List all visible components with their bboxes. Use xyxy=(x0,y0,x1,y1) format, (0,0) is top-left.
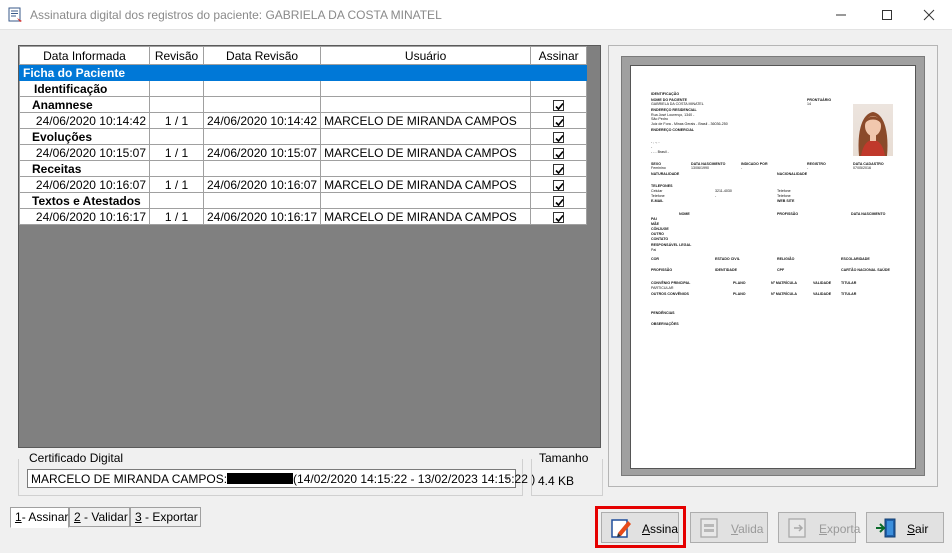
group-row-textos-atestados[interactable]: Textos e Atestados xyxy=(19,192,588,209)
col-revisao[interactable]: Revisão xyxy=(149,46,204,65)
document-preview-frame: IDENTIFICAÇÃO NOME DO PACIENTE GABRIELA … xyxy=(608,45,938,487)
group-row-anamnese[interactable]: Anamnese xyxy=(19,96,588,113)
certificate-select[interactable]: MARCELO DE MIRANDA CAMPOS: (14/02/2020 14… xyxy=(27,469,535,488)
records-grid: Data Informada Revisão Data Revisão Usuá… xyxy=(19,46,588,225)
table-row[interactable]: 24/06/2020 10:14:42 1 / 1 24/06/2020 10:… xyxy=(19,112,588,129)
group-label: Identificação xyxy=(19,80,150,97)
close-button[interactable] xyxy=(906,0,952,30)
sign-checkbox[interactable] xyxy=(553,131,565,143)
redacted-block xyxy=(227,473,294,484)
patient-photo-image xyxy=(858,112,888,156)
size-group: Tamanho 4.4 KB xyxy=(531,451,603,496)
checkmark-icon xyxy=(555,150,564,159)
certificate-legend: Certificado Digital xyxy=(27,451,126,465)
maximize-icon xyxy=(882,10,892,20)
table-row[interactable]: 24/06/2020 10:16:07 1 / 1 24/06/2020 10:… xyxy=(19,176,588,193)
col-assinar[interactable]: Assinar xyxy=(530,46,588,65)
size-legend: Tamanho xyxy=(537,451,591,465)
group-label: Textos e Atestados xyxy=(19,192,150,209)
col-data-revisao[interactable]: Data Revisão xyxy=(202,46,322,65)
checkmark-icon xyxy=(555,118,564,127)
minimize-button[interactable] xyxy=(818,0,864,30)
checkmark-icon xyxy=(555,166,564,175)
records-grid-panel: Data Informada Revisão Data Revisão Usuá… xyxy=(18,45,601,448)
checkmark-icon xyxy=(555,102,564,111)
group-label: Evoluções xyxy=(19,128,150,145)
table-row[interactable]: 24/06/2020 10:16:17 1 / 1 24/06/2020 10:… xyxy=(19,208,588,225)
checkmark-icon xyxy=(555,182,564,191)
validate-document-icon xyxy=(700,518,718,538)
checkmark-icon xyxy=(555,214,564,223)
col-usuario[interactable]: Usuário xyxy=(320,46,532,65)
document-preview-area[interactable]: IDENTIFICAÇÃO NOME DO PACIENTE GABRIELA … xyxy=(621,56,925,476)
certificate-value: MARCELO DE MIRANDA CAMPOS: (14/02/2020 14… xyxy=(31,472,536,486)
signature-document-icon xyxy=(8,7,22,22)
patient-photo xyxy=(853,104,893,156)
sair-button[interactable]: Sair xyxy=(866,512,944,543)
export-document-icon xyxy=(788,518,806,538)
assina-button[interactable]: Assina xyxy=(601,512,679,543)
group-row-evolucoes[interactable]: Evoluções xyxy=(19,128,588,145)
title-bar: Assinatura digital dos registros do paci… xyxy=(0,0,952,30)
sign-checkbox[interactable] xyxy=(553,115,565,127)
tab-validar[interactable]: 2 - Validar xyxy=(69,507,130,527)
col-data-informada[interactable]: Data Informada xyxy=(19,46,150,65)
section-row-ficha[interactable]: Ficha do Paciente xyxy=(19,64,588,81)
sign-checkbox[interactable] xyxy=(553,195,565,207)
close-icon xyxy=(923,9,935,21)
grid-header-row: Data Informada Revisão Data Revisão Usuá… xyxy=(19,46,588,65)
group-row-identificacao[interactable]: Identificação xyxy=(19,80,588,97)
group-label: Receitas xyxy=(19,160,150,177)
document-preview-page: IDENTIFICAÇÃO NOME DO PACIENTE GABRIELA … xyxy=(630,65,916,469)
table-row[interactable]: 24/06/2020 10:15:07 1 / 1 24/06/2020 10:… xyxy=(19,144,588,161)
size-value: 4.4 KB xyxy=(538,474,575,488)
group-row-receitas[interactable]: Receitas xyxy=(19,160,588,177)
certificate-group: Certificado Digital MARCELO DE MIRANDA C… xyxy=(18,451,535,496)
chevron-down-icon xyxy=(504,477,510,480)
dropdown-arrow-button[interactable] xyxy=(499,470,515,487)
checkmark-icon xyxy=(555,198,564,207)
valida-button[interactable]: Valida xyxy=(690,512,768,543)
sign-checkbox[interactable] xyxy=(553,211,565,223)
sign-pen-icon xyxy=(611,519,631,538)
exporta-button[interactable]: Exporta xyxy=(778,512,860,543)
checkmark-icon xyxy=(555,134,564,143)
sign-checkbox[interactable] xyxy=(553,179,565,191)
sign-checkbox[interactable] xyxy=(553,99,565,111)
sign-checkbox[interactable] xyxy=(553,147,565,159)
window-title: Assinatura digital dos registros do paci… xyxy=(30,8,442,22)
section-label: Ficha do Paciente xyxy=(19,64,150,81)
maximize-button[interactable] xyxy=(864,0,910,30)
group-label: Anamnese xyxy=(19,96,150,113)
sign-checkbox[interactable] xyxy=(553,163,565,175)
exit-door-icon xyxy=(876,518,896,538)
tab-assinar[interactable]: 1- Assinar xyxy=(10,507,69,528)
tab-exportar[interactable]: 3 - Exportar xyxy=(130,507,201,527)
minimize-icon xyxy=(836,14,846,16)
